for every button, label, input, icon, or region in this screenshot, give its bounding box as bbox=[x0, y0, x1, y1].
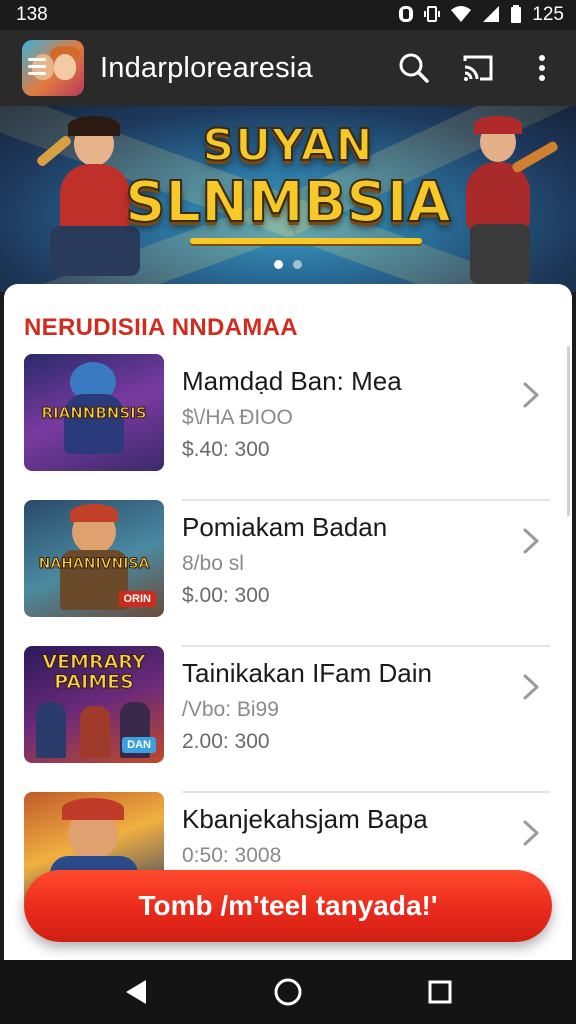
menu-icon bbox=[28, 58, 46, 79]
home-button[interactable] bbox=[264, 968, 312, 1016]
item-name: Tainikakan IFam Dain bbox=[182, 658, 432, 688]
back-button[interactable] bbox=[112, 968, 160, 1016]
item-price: $.40: 300 bbox=[182, 438, 270, 461]
thumb-title: NAHANIVNISA bbox=[38, 556, 150, 573]
chevron-right-icon bbox=[516, 526, 546, 556]
status-icons: 125 bbox=[398, 4, 564, 26]
banner-title-underline bbox=[190, 238, 422, 244]
banner-title-line2: SLNMBSIA bbox=[124, 169, 452, 236]
cast-icon bbox=[463, 55, 493, 81]
pager-dot[interactable] bbox=[274, 260, 283, 269]
thumb-badge: DAN bbox=[122, 737, 156, 753]
thumb-title: VEMRARY PAIMES bbox=[42, 651, 146, 693]
chevron-right-icon bbox=[516, 672, 546, 702]
thumb-title: RIANNBNSIS bbox=[41, 404, 147, 423]
item-name: Kbanjekahsjam Bapa bbox=[182, 804, 428, 834]
item-subtitle: 8/bo sl bbox=[182, 552, 244, 575]
item-thumbnail: NAHANIVNISA ORIN bbox=[24, 500, 164, 617]
banner-pager bbox=[0, 260, 576, 269]
item-subtitle: $\/HA ĐIOO bbox=[182, 406, 293, 429]
banner-title-line1: SUYAN bbox=[202, 119, 374, 172]
signal-icon bbox=[482, 5, 500, 26]
vibrate-icon bbox=[424, 5, 441, 26]
app-actions bbox=[396, 50, 560, 86]
app-logo[interactable] bbox=[22, 40, 84, 96]
section-title: NERUDISIIA NNDAMAA bbox=[24, 314, 298, 341]
list-item[interactable]: RIANNBNSIS Mamdạd Ban: Mea $\/HA ĐIOO $.… bbox=[4, 354, 572, 501]
pager-dot[interactable] bbox=[293, 260, 302, 269]
more-vert-icon bbox=[539, 55, 545, 81]
item-name: Pomiakam Badan bbox=[182, 512, 388, 542]
app-title: Indarplorearesia bbox=[100, 51, 313, 84]
thumb-badge: ORIN bbox=[118, 591, 156, 607]
status-clock: 125 bbox=[532, 4, 564, 25]
item-subtitle: /Vbo: Bi99 bbox=[182, 698, 279, 721]
search-button[interactable] bbox=[396, 50, 432, 86]
status-time: 138 bbox=[16, 4, 48, 25]
recents-icon bbox=[428, 980, 452, 1004]
item-price: 0:50: 3008 bbox=[182, 844, 282, 867]
item-thumbnail: RIANNBNSIS bbox=[24, 354, 164, 471]
nfc-icon bbox=[398, 5, 414, 26]
recents-button[interactable] bbox=[416, 968, 464, 1016]
wifi-icon bbox=[450, 5, 472, 26]
system-nav-bar bbox=[0, 960, 576, 1024]
item-price: $.00: 300 bbox=[182, 584, 270, 607]
cta-button[interactable]: Tomb /m'teel tanyada!' bbox=[24, 870, 552, 942]
list-item[interactable]: VEMRARY PAIMES DAN Tainikakan IFam Dain … bbox=[4, 646, 572, 793]
list-item[interactable]: NAHANIVNISA ORIN Pomiakam Badan 8/bo sl … bbox=[4, 500, 572, 647]
item-price: 2.00: 300 bbox=[182, 730, 270, 753]
app-bar: Indarplorearesia bbox=[0, 30, 576, 106]
logo-character-2 bbox=[54, 54, 76, 80]
battery-icon bbox=[510, 4, 522, 26]
item-name: Mamdạd Ban: Mea bbox=[182, 366, 402, 396]
search-icon bbox=[399, 53, 429, 83]
more-options-button[interactable] bbox=[524, 50, 560, 86]
chevron-right-icon bbox=[516, 380, 546, 410]
home-icon bbox=[274, 978, 302, 1006]
cast-button[interactable] bbox=[460, 50, 496, 86]
status-bar: 138 125 bbox=[0, 0, 576, 30]
item-thumbnail: VEMRARY PAIMES DAN bbox=[24, 646, 164, 763]
chevron-right-icon bbox=[516, 818, 546, 848]
back-icon bbox=[126, 980, 146, 1004]
promo-banner[interactable]: SUYAN SLNMBSIA bbox=[0, 106, 576, 292]
